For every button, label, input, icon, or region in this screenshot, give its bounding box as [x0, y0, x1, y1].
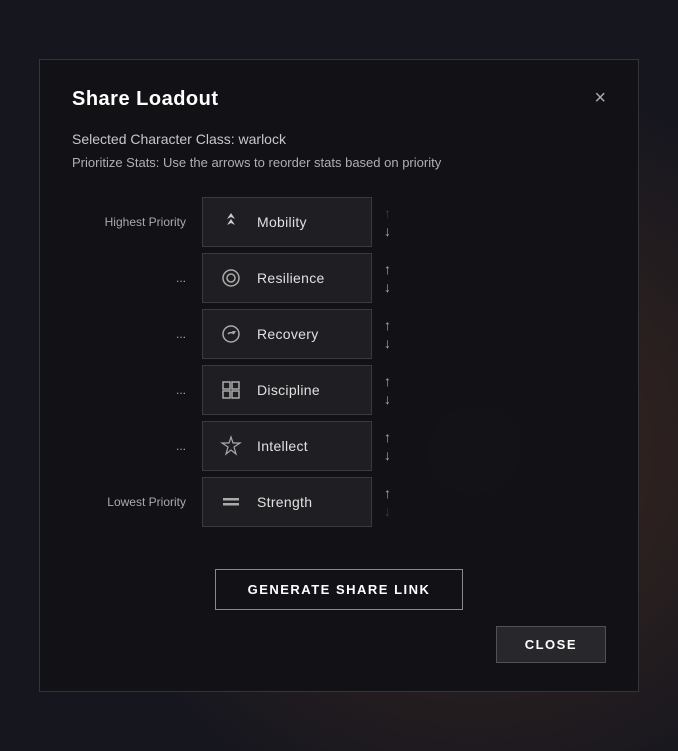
stat-box-recovery: Recovery: [202, 309, 372, 359]
instruction-text: Prioritize Stats: Use the arrows to reor…: [72, 153, 606, 173]
stat-box-strength: Strength: [202, 477, 372, 527]
priority-label-resilience: ...: [72, 271, 202, 285]
arrow-down-strength: ↓: [380, 503, 395, 519]
intellect-icon: [217, 432, 245, 460]
arrows-resilience: ↑↓: [380, 261, 395, 295]
stat-row-recovery: ...Recovery↑↓: [72, 309, 606, 359]
priority-label-recovery: ...: [72, 327, 202, 341]
generate-share-link-button[interactable]: GENERATE SHARE LINK: [215, 569, 464, 610]
arrow-down-intellect[interactable]: ↓: [380, 447, 395, 463]
stat-name-discipline: Discipline: [257, 382, 320, 398]
close-btn-row: CLOSE: [72, 626, 606, 663]
arrows-intellect: ↑↓: [380, 429, 395, 463]
arrow-down-recovery[interactable]: ↓: [380, 335, 395, 351]
arrows-recovery: ↑↓: [380, 317, 395, 351]
stat-box-intellect: Intellect: [202, 421, 372, 471]
stat-row-resilience: ...Resilience↑↓: [72, 253, 606, 303]
mobility-icon: [217, 208, 245, 236]
stat-row-mobility: Highest PriorityMobility↑↓: [72, 197, 606, 247]
stat-row-strength: Lowest PriorityStrength↑↓: [72, 477, 606, 527]
arrows-mobility: ↑↓: [380, 205, 395, 239]
stat-row-discipline: ...Discipline↑↓: [72, 365, 606, 415]
stat-name-intellect: Intellect: [257, 438, 308, 454]
arrows-discipline: ↑↓: [380, 373, 395, 407]
arrow-up-intellect[interactable]: ↑: [380, 429, 395, 445]
close-button[interactable]: CLOSE: [496, 626, 606, 663]
close-x-button[interactable]: ×: [594, 88, 606, 108]
priority-label-discipline: ...: [72, 383, 202, 397]
resilience-icon: [217, 264, 245, 292]
share-loadout-modal: Share Loadout × Selected Character Class…: [39, 59, 639, 692]
arrows-strength: ↑↓: [380, 485, 395, 519]
arrow-down-mobility[interactable]: ↓: [380, 223, 395, 239]
discipline-icon: [217, 376, 245, 404]
stat-name-mobility: Mobility: [257, 214, 307, 230]
stat-row-intellect: ...Intellect↑↓: [72, 421, 606, 471]
stat-name-recovery: Recovery: [257, 326, 319, 342]
arrow-down-resilience[interactable]: ↓: [380, 279, 395, 295]
stat-name-resilience: Resilience: [257, 270, 325, 286]
character-class-subtitle: Selected Character Class: warlock: [72, 131, 606, 147]
arrow-up-strength[interactable]: ↑: [380, 485, 395, 501]
priority-label-strength: Lowest Priority: [72, 495, 202, 509]
arrow-up-resilience[interactable]: ↑: [380, 261, 395, 277]
priority-label-intellect: ...: [72, 439, 202, 453]
stat-box-resilience: Resilience: [202, 253, 372, 303]
modal-header: Share Loadout ×: [72, 88, 606, 111]
stat-name-strength: Strength: [257, 494, 312, 510]
stat-box-discipline: Discipline: [202, 365, 372, 415]
strength-icon: [217, 488, 245, 516]
modal-title: Share Loadout: [72, 88, 219, 111]
arrow-up-mobility: ↑: [380, 205, 395, 221]
arrow-up-recovery[interactable]: ↑: [380, 317, 395, 333]
arrow-up-discipline[interactable]: ↑: [380, 373, 395, 389]
stat-rows-container: Highest PriorityMobility↑↓...Resilience↑…: [72, 197, 606, 533]
generate-btn-row: GENERATE SHARE LINK: [72, 569, 606, 610]
stat-box-mobility: Mobility: [202, 197, 372, 247]
recovery-icon: [217, 320, 245, 348]
arrow-down-discipline[interactable]: ↓: [380, 391, 395, 407]
priority-label-mobility: Highest Priority: [72, 215, 202, 229]
